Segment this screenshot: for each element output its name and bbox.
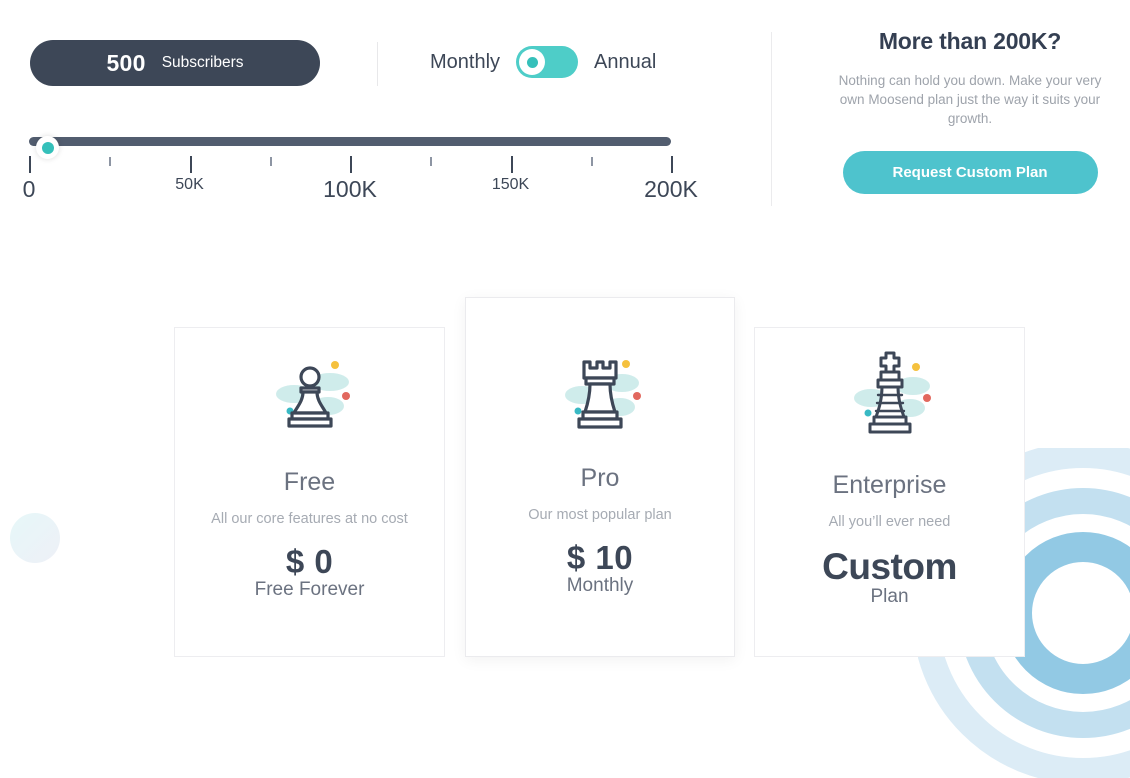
plan-tagline: Our most popular plan	[528, 507, 672, 523]
slider-ticks	[29, 156, 673, 174]
slider-handle-dot	[41, 141, 54, 154]
slider-tick-labels: 0 50K 100K 150K 200K	[23, 176, 698, 206]
plan-tagline: All you’ll ever need	[828, 514, 951, 530]
slider-handle[interactable]	[36, 136, 59, 159]
custom-plan-title: More than 200K?	[878, 28, 1062, 54]
billing-toggle-group: Monthly Annual	[430, 46, 656, 78]
decorative-circle-left	[10, 513, 60, 563]
slider-tick-label: 100K	[323, 176, 377, 202]
slider-tick-major	[671, 156, 673, 173]
plan-name: Pro	[580, 464, 620, 492]
custom-plan-panel: More than 200K? Nothing can hold you dow…	[820, 28, 1120, 194]
slider-tick-major	[350, 156, 352, 173]
subscriber-slider[interactable]: 0 50K 100K 150K 200K	[23, 130, 698, 210]
slider-tick-label: 150K	[491, 176, 530, 193]
plan-price: Custom	[822, 546, 957, 587]
billing-period-toggle[interactable]	[516, 46, 579, 78]
plan-card-enterprise[interactable]: Enterprise All you’ll ever need Custom P…	[754, 327, 1025, 657]
slider-tick-label: 0	[22, 176, 36, 202]
slider-tick-label: 200K	[644, 176, 698, 202]
subscriber-count-value: 500	[106, 49, 146, 76]
plan-tagline: All our core features at no cost	[211, 511, 408, 527]
plan-name: Enterprise	[832, 471, 947, 499]
toggle-knob	[519, 49, 546, 75]
slider-tick-major	[189, 156, 192, 173]
chess-rook-icon	[466, 298, 734, 440]
plan-card-pro[interactable]: Pro Our most popular plan $ 10 Monthly	[465, 297, 735, 657]
plan-price-note: Monthly	[566, 575, 634, 596]
slider-track[interactable]	[29, 136, 671, 159]
slider-tick-minor	[430, 157, 433, 166]
billing-monthly-label[interactable]: Monthly	[430, 51, 500, 74]
plan-price: $ 0	[285, 543, 334, 580]
divider-custom-panel	[771, 32, 772, 206]
slider-tick-minor	[109, 157, 112, 166]
plan-name: Free	[283, 468, 336, 496]
request-custom-plan-button[interactable]: Request Custom Plan	[842, 151, 1098, 194]
slider-tick-minor	[590, 157, 593, 166]
subscriber-count-label: Subscribers	[161, 54, 244, 71]
toggle-knob-dot	[526, 56, 538, 68]
plan-price: $ 10	[566, 539, 634, 576]
plan-price-note: Plan	[870, 586, 909, 607]
chess-king-icon	[755, 328, 1024, 443]
plan-price-note: Free Forever	[254, 579, 365, 600]
chess-pawn-icon	[175, 328, 444, 442]
custom-plan-description: Nothing can hold you down. Make your ver…	[838, 73, 1102, 126]
slider-tick-major	[29, 156, 31, 173]
slider-tick-minor	[269, 157, 272, 166]
divider-controls	[377, 42, 378, 86]
plan-card-free[interactable]: Free All our core features at no cost $ …	[174, 327, 445, 657]
slider-tick-label: 50K	[175, 176, 204, 193]
subscriber-count-pill[interactable]: 500 Subscribers	[30, 40, 320, 86]
slider-tick-major	[510, 156, 513, 173]
billing-annual-label[interactable]: Annual	[594, 51, 656, 74]
